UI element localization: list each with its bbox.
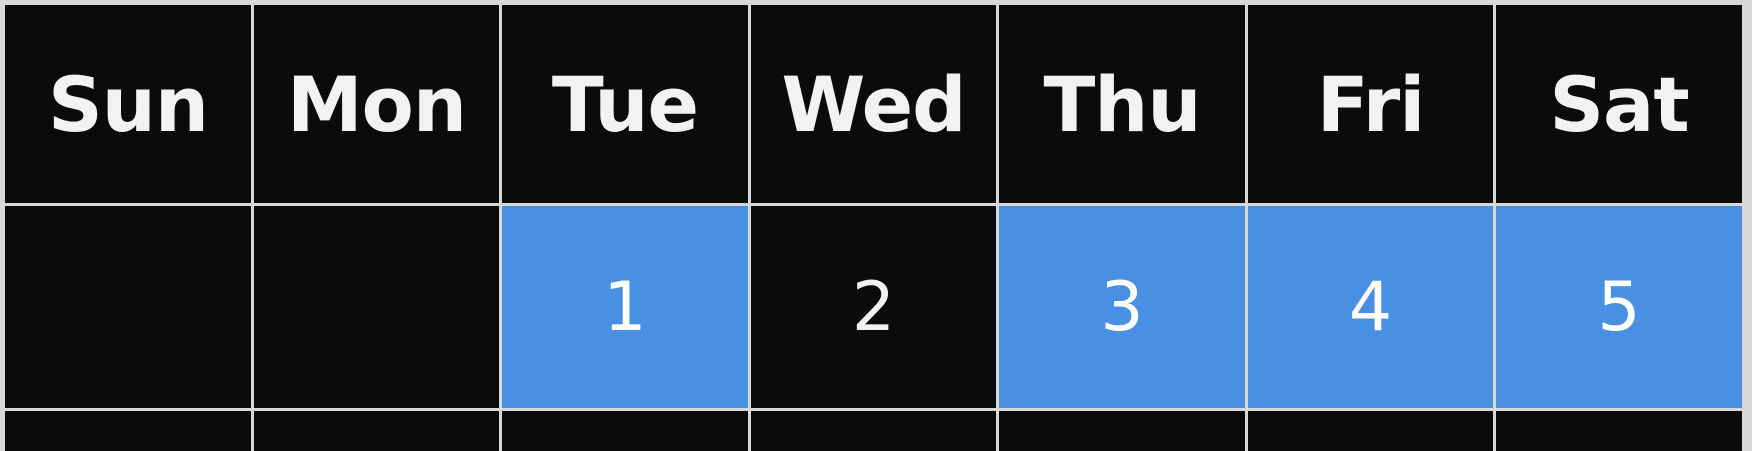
day-cell-partial[interactable] <box>999 411 1245 451</box>
weekday-header-mon: Mon <box>254 5 499 203</box>
day-cell-partial[interactable] <box>5 411 251 451</box>
day-cell-4[interactable]: 4 <box>1248 206 1493 408</box>
weekday-header-fri: Fri <box>1248 5 1493 203</box>
day-cell-partial[interactable] <box>751 411 996 451</box>
weekday-header-sat: Sat <box>1496 5 1742 203</box>
weekday-header-tue: Tue <box>502 5 748 203</box>
empty-day-cell <box>254 206 499 408</box>
weekday-header-wed: Wed <box>751 5 996 203</box>
calendar-grid: Sun Mon Tue Wed Thu Fri Sat 1 2 3 4 5 <box>5 5 1742 451</box>
day-cell-5[interactable]: 5 <box>1496 206 1742 408</box>
day-cell-1[interactable]: 1 <box>502 206 748 408</box>
day-cell-partial[interactable] <box>1248 411 1493 451</box>
empty-day-cell <box>5 206 251 408</box>
day-cell-partial[interactable] <box>502 411 748 451</box>
weekday-header-sun: Sun <box>5 5 251 203</box>
day-cell-partial[interactable] <box>254 411 499 451</box>
day-cell-3[interactable]: 3 <box>999 206 1245 408</box>
day-cell-partial[interactable] <box>1496 411 1742 451</box>
day-cell-2[interactable]: 2 <box>751 206 996 408</box>
weekday-header-thu: Thu <box>999 5 1245 203</box>
